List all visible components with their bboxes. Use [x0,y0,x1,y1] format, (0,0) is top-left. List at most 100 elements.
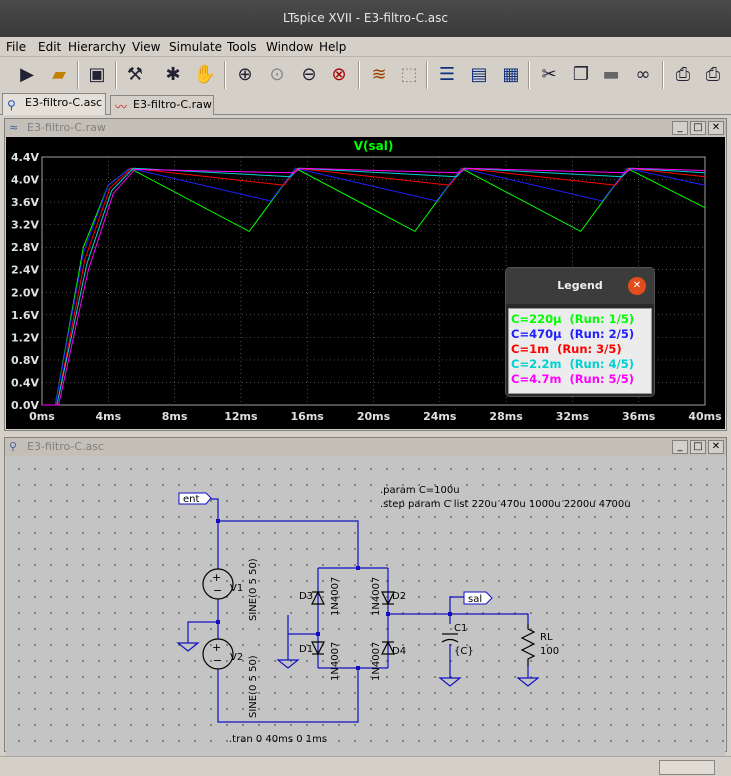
control-panel-hammer-icon[interactable]: ⚒ [122,62,148,88]
legend-item-label: C=220µ [511,312,562,326]
print-icon[interactable]: ⎙ [700,62,726,88]
tile-horizontal-icon[interactable]: ☰ [434,62,460,88]
run-icon[interactable]: ▶ [14,62,40,88]
zoom-in-icon[interactable]: ⊕ [232,62,258,88]
status-bar [0,756,731,776]
close-button[interactable]: ✕ [708,440,724,454]
C1-value[interactable]: {C} [454,646,474,657]
schematic-window: ⚲ E3-filtro-C.asc _ □ ✕ + − + − ent sal … [4,437,727,768]
maximize-button[interactable]: □ [690,121,706,135]
menu-hierarchy[interactable]: Hierarchy [68,40,126,54]
legend-item[interactable]: C=220µ (Run: 1/5) [511,312,634,327]
open-folder-icon[interactable]: ▰ [46,62,72,88]
find-binoculars-icon[interactable]: ∞ [630,62,656,88]
schematic-window-icon: ⚲ [9,440,18,453]
autorange-icon[interactable]: ≋ [366,62,392,88]
tab-schematic-label: E3-filtro-C.asc [25,96,103,109]
menu-window[interactable]: Window [266,40,313,54]
y-tick-label: 2.0V [11,286,39,299]
minimize-button[interactable]: _ [672,440,688,454]
D1-model[interactable]: 1N4007 [330,642,341,681]
label-D2[interactable]: D2 [392,591,406,602]
label-D3[interactable]: D3 [299,591,313,602]
paste-icon[interactable]: ▬ [598,62,624,88]
netlabel-sal[interactable]: sal [468,594,482,605]
schematic-window-title: E3-filtro-C.asc [27,440,105,453]
legend-item[interactable]: C=470µ (Run: 2/5) [511,327,634,342]
x-tick-label: 32ms [556,410,590,423]
label-RL[interactable]: RL [540,632,553,643]
x-tick-label: 12ms [224,410,258,423]
tab-waveform-label: E3-filtro-C.raw [133,98,212,111]
y-tick-label: 2.8V [11,241,39,254]
menu-view[interactable]: View [132,40,160,54]
legend-item[interactable]: C=1m (Run: 3/5) [511,342,634,357]
menu-simulate[interactable]: Simulate [169,40,222,54]
legend-item[interactable]: C=4.7m (Run: 5/5) [511,372,634,387]
cut-icon[interactable]: ✂ [536,62,562,88]
menu-tools[interactable]: Tools [227,40,257,54]
legend-item[interactable]: C=2.2m (Run: 4/5) [511,357,634,372]
zoom-full-icon[interactable]: ⊗ [326,62,352,88]
directive-param[interactable]: .param C=100u [380,485,460,496]
directive-step[interactable]: .step param C list 220u 470u 1000u 2200u… [380,499,631,510]
chart-title: V(sal) [354,139,394,153]
label-D4[interactable]: D4 [392,646,406,657]
pick-visible-traces-icon[interactable]: ⬚ [396,62,422,88]
zoom-out-icon[interactable]: ⊖ [296,62,322,88]
document-tab-bar: ⚲ E3-filtro-C.asc 〰 E3-filtro-C.raw [0,93,731,115]
menu-help[interactable]: Help [319,40,346,54]
x-tick-label: 28ms [489,410,523,423]
label-D1[interactable]: D1 [299,644,313,655]
V1-value[interactable]: SINE(0 5 50) [248,558,259,621]
x-tick-label: 40ms [688,410,722,423]
label-C1[interactable]: C1 [454,623,467,634]
legend-close-icon[interactable]: ✕ [628,277,646,295]
netlabel-ent[interactable]: ent [183,494,199,505]
copy-icon[interactable]: ❐ [568,62,594,88]
y-tick-label: 1.2V [11,331,39,344]
waveform-window-titlebar: ≈ E3-filtro-C.raw _ □ ✕ [5,119,726,137]
y-tick-label: 3.6V [11,196,39,209]
save-icon[interactable]: ▣ [84,62,110,88]
waveform-icon: 〰 [115,100,128,114]
run-figure-icon[interactable]: ✱ [160,62,186,88]
tile-vertical-icon[interactable]: ▤ [466,62,492,88]
legend-item-label: C=1m [511,342,550,356]
D3-model[interactable]: 1N4007 [330,577,341,616]
toolbar: ▶ ▰ ▣ ⚒ ✱ ✋ ⊕ ⊙ ⊖ ⊗ ≋ ⬚ ☰ ▤ ▦ ✂ ❐ ▬ ∞ ⎙ … [0,57,731,93]
menu-edit[interactable]: Edit [38,40,61,54]
legend-item-run: (Run: 5/5) [561,372,634,386]
svg-text:−: − [213,584,222,597]
tab-schematic[interactable]: ⚲ E3-filtro-C.asc [2,93,106,115]
legend-item-run: (Run: 4/5) [561,357,634,371]
tab-waveform[interactable]: 〰 E3-filtro-C.raw [110,95,214,115]
maximize-button[interactable]: □ [690,440,706,454]
halt-hand-icon[interactable]: ✋ [192,62,218,88]
waveform-window: ≈ E3-filtro-C.raw _ □ ✕ V(sal) 0.0V 0.4V 0.… [4,118,727,431]
x-tick-label: 16ms [291,410,325,423]
y-tick-label: 4.4V [11,151,39,164]
window-title: LTspice XVII - E3-filtro-C.asc [283,11,448,25]
legend-list: C=220µ (Run: 1/5) C=470µ (Run: 2/5) C=1m (… [508,308,652,394]
legend-item-label: C=4.7m [511,372,562,386]
D2-model[interactable]: 1N4007 [371,577,382,616]
waveform-plot-pane[interactable]: V(sal) 0.0V 0.4V 0.8V 1.2V 1.6V 2.0V 2.4V 2.8V 3.… [6,137,725,429]
menu-file[interactable]: File [6,40,26,54]
minimize-button[interactable]: _ [672,121,688,135]
label-V1[interactable]: V1 [230,583,243,594]
zoom-pan-icon[interactable]: ⊙ [264,62,290,88]
waveform-window-icon: ≈ [9,121,19,134]
D4-model[interactable]: 1N4007 [371,642,382,681]
y-tick-label: 4.0V [11,174,39,187]
directive-tran[interactable]: .tran 0 40ms 0 1ms [229,734,327,745]
schematic-canvas[interactable]: + − + − ent sal V1 V2 SINE(0 5 50) SINE(… [6,456,725,768]
V2-value[interactable]: SINE(0 5 50) [248,655,259,718]
label-V2[interactable]: V2 [230,652,243,663]
close-button[interactable]: ✕ [708,121,724,135]
RL-value[interactable]: 100 [540,646,559,657]
x-tick-label: 4ms [95,410,121,423]
cascade-windows-icon[interactable]: ▦ [498,62,524,88]
print-preview-icon[interactable]: ⎙ [670,62,696,88]
legend-item-run: (Run: 2/5) [561,327,635,341]
